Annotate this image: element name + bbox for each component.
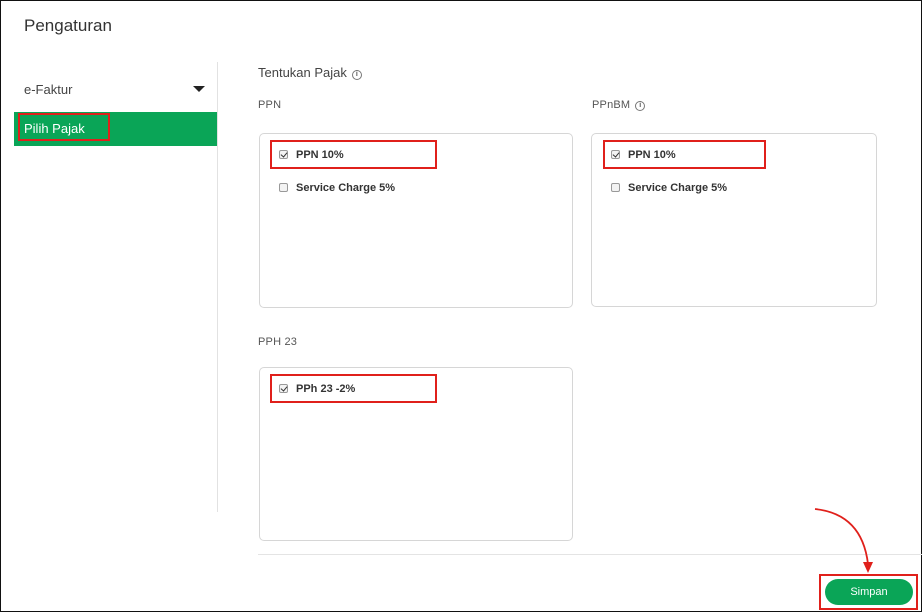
checkbox[interactable] [279, 183, 288, 192]
ppnbm-label-text: PPnBM [592, 99, 631, 111]
arrow-head [863, 562, 873, 573]
highlight-box [819, 574, 918, 610]
pph23-label: PPH 23 [258, 336, 298, 348]
info-icon[interactable]: i [351, 70, 362, 80]
ppn-option-service-charge[interactable]: Service Charge 5% [279, 180, 395, 196]
caret-down-icon [193, 86, 205, 92]
page-title: Pengaturan [24, 16, 112, 35]
highlight-box [270, 374, 437, 403]
info-icon[interactable]: i [635, 101, 646, 111]
option-label: Service Charge 5% [628, 182, 728, 194]
sidebar-item-pilih-pajak[interactable]: Pilih Pajak [14, 112, 217, 146]
sidebar-item-efaktur[interactable]: e-Faktur [14, 72, 217, 105]
ppn-label: PPN [258, 99, 282, 111]
section-title-text: Tentukan Pajak [258, 65, 347, 80]
sidebar-divider [217, 62, 218, 512]
checkbox[interactable] [611, 183, 620, 192]
arrow-curve [814, 508, 869, 565]
ppnbm-option-service-charge[interactable]: Service Charge 5% [611, 180, 727, 196]
section-title: Tentukan Pajak i [258, 65, 362, 80]
highlight-box [270, 140, 437, 169]
ppnbm-label: PPnBM i [592, 99, 646, 111]
highlight-box [18, 113, 110, 141]
highlight-box [603, 140, 766, 169]
arrow-annotation [814, 508, 873, 573]
option-label: Service Charge 5% [296, 182, 396, 194]
sidebar-item-label: e-Faktur [24, 82, 73, 97]
